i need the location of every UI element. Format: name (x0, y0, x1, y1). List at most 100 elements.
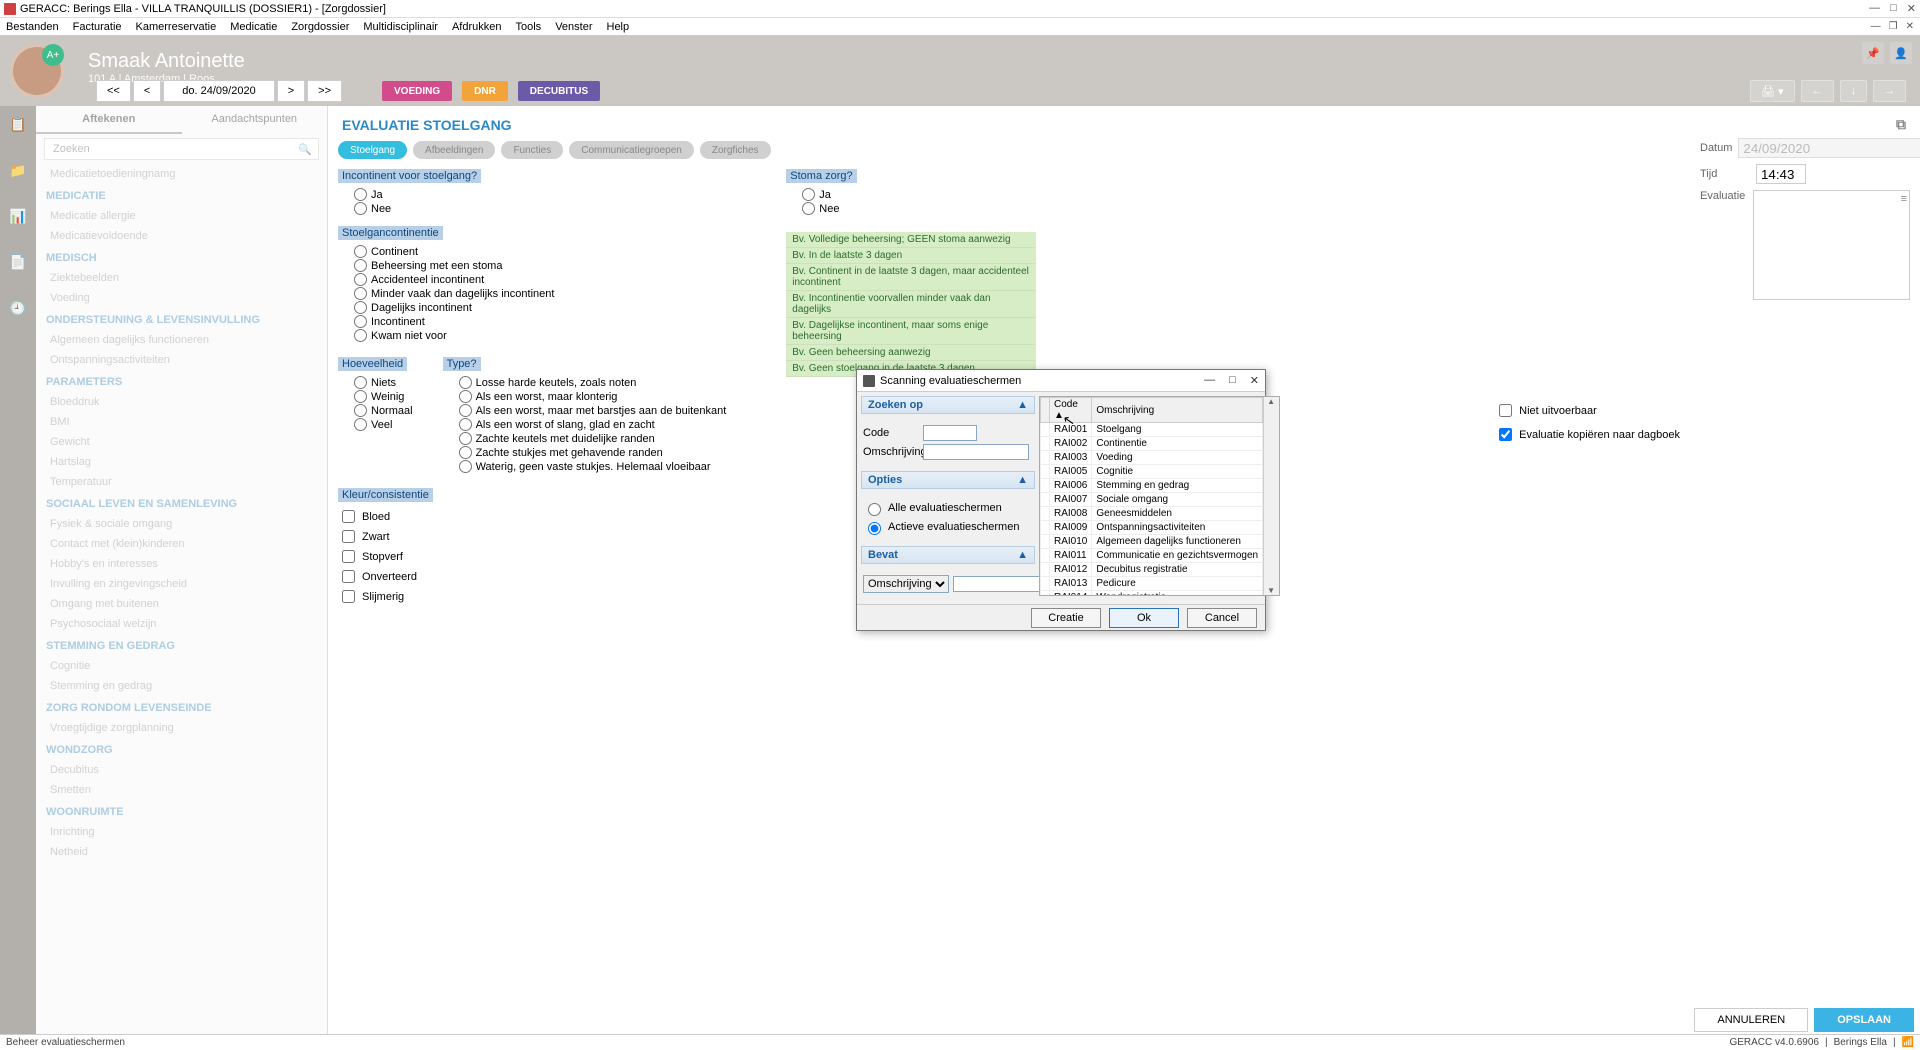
radio-option[interactable]: Minder vaak dan dagelijks incontinent (338, 287, 726, 300)
annuleren-button[interactable]: ANNULEREN (1694, 1008, 1808, 1032)
menu-medicatie[interactable]: Medicatie (230, 21, 277, 33)
opt-active-radio[interactable] (868, 522, 881, 535)
menu-afdrukken[interactable]: Afdrukken (452, 21, 502, 33)
checkbox-option[interactable]: Bloed (338, 507, 726, 526)
grid-scrollbar[interactable] (1263, 397, 1279, 595)
results-grid[interactable]: Code ▲ Omschrijving RAI001StoelgangRAI00… (1039, 396, 1280, 596)
rail-document-icon[interactable]: 📄 (6, 250, 30, 274)
checkbox-option[interactable]: Onverteerd (338, 567, 726, 586)
radio-option[interactable]: Als een worst, maar met barstjes aan de … (443, 404, 727, 417)
table-row[interactable]: RAI012Decubitus registratie (1041, 563, 1263, 577)
date-next-button[interactable]: > (277, 80, 305, 102)
rss-icon[interactable]: 📶 (1902, 1037, 1914, 1048)
date-prev2-button[interactable]: << (96, 80, 131, 102)
radio-option[interactable]: Continent (338, 245, 726, 258)
tag-voeding[interactable]: VOEDING (382, 81, 452, 101)
grid-col-desc[interactable]: Omschrijving (1092, 398, 1263, 423)
rail-chart-icon[interactable]: 📊 (6, 204, 30, 228)
collapse-icon[interactable]: ▲ (1017, 549, 1028, 561)
table-row[interactable]: RAI005Cognitie (1041, 465, 1263, 479)
subtab[interactable]: Functies (501, 141, 563, 159)
radio-option[interactable]: Weinig (338, 390, 413, 403)
checkbox-option[interactable]: Stopverf (338, 547, 726, 566)
dialog-minimize-icon[interactable]: — (1204, 374, 1215, 387)
table-row[interactable]: RAI003Voeding (1041, 451, 1263, 465)
table-row[interactable]: RAI002Continentie (1041, 437, 1263, 451)
radio-option[interactable]: Ja (786, 188, 1036, 201)
chk-kopieer-dagboek[interactable]: Evaluatie kopiëren naar dagboek (1495, 425, 1680, 444)
mdi-restore-icon[interactable]: ❐ (1889, 21, 1898, 32)
dialog-close-icon[interactable]: ✕ (1250, 374, 1259, 387)
evaluation-textarea[interactable]: ≡ (1753, 190, 1910, 300)
radio-option[interactable]: Zachte keutels met duidelijke randen (443, 432, 727, 445)
table-row[interactable]: RAI006Stemming en gedrag (1041, 479, 1263, 493)
radio-option[interactable]: Zachte stukjes met gehavende randen (443, 446, 727, 459)
tag-decubitus[interactable]: DECUBITUS (518, 81, 600, 101)
time-field[interactable] (1756, 164, 1806, 184)
table-row[interactable]: RAI008Geneesmiddelen (1041, 507, 1263, 521)
code-input[interactable] (923, 425, 977, 441)
current-date[interactable]: do. 24/09/2020 (163, 80, 274, 102)
menu-venster[interactable]: Venster (555, 21, 592, 33)
menu-bestanden[interactable]: Bestanden (6, 21, 59, 33)
header-pin-button[interactable]: 📌 (1862, 42, 1884, 64)
close-icon[interactable]: ✕ (1907, 2, 1916, 15)
ok-button[interactable]: Ok (1109, 608, 1179, 628)
rail-folder-icon[interactable]: 📁 (6, 158, 30, 182)
subtab[interactable]: Zorgfiches (700, 141, 771, 159)
radio-option[interactable]: Beheersing met een stoma (338, 259, 726, 272)
nav-down-button[interactable]: ↓ (1840, 80, 1868, 102)
table-row[interactable]: RAI007Sociale omgang (1041, 493, 1263, 507)
desc-input[interactable] (923, 444, 1029, 460)
radio-option[interactable]: Accidenteel incontinent (338, 273, 726, 286)
header-user-button[interactable]: 👤 (1890, 42, 1912, 64)
cancel-button[interactable]: Cancel (1187, 608, 1257, 628)
grid-selector-col[interactable] (1041, 398, 1050, 423)
menu-facturatie[interactable]: Facturatie (73, 21, 122, 33)
radio-option[interactable]: Normaal (338, 404, 413, 417)
nav-back-button[interactable]: ← (1801, 80, 1834, 102)
subtab[interactable]: Communicatiegroepen (569, 141, 694, 159)
section-opties[interactable]: Opties▲ (861, 471, 1035, 489)
table-row[interactable]: RAI010Algemeen dagelijks functioneren (1041, 535, 1263, 549)
menu-tools[interactable]: Tools (516, 21, 542, 33)
table-row[interactable]: RAI011Communicatie en gezichtsvermogen (1041, 549, 1263, 563)
rail-clipboard-icon[interactable]: 📋 (6, 112, 30, 136)
radio-option[interactable]: Waterig, geen vaste stukjes. Helemaal vl… (443, 460, 727, 473)
nav-forward-button[interactable]: → (1873, 80, 1906, 102)
date-prev-button[interactable]: < (133, 80, 161, 102)
collapse-icon[interactable]: ▲ (1017, 474, 1028, 486)
radio-option[interactable]: Veel (338, 418, 413, 431)
popout-icon[interactable]: ⧉ (1896, 116, 1906, 133)
radio-option[interactable]: Nee (786, 202, 1036, 215)
filter-field-select[interactable]: Omschrijving (863, 575, 949, 593)
table-row[interactable]: RAI009Ontspanningsactiviteiten (1041, 521, 1263, 535)
table-row[interactable]: RAI013Pedicure (1041, 577, 1263, 591)
eval-menu-icon[interactable]: ≡ (1901, 193, 1907, 205)
checkbox-option[interactable]: Zwart (338, 527, 726, 546)
create-button[interactable]: Creatie (1031, 608, 1101, 628)
menu-multidisciplinair[interactable]: Multidisciplinair (363, 21, 438, 33)
opt-all-radio[interactable] (868, 503, 881, 516)
section-bevat[interactable]: Bevat▲ (861, 546, 1035, 564)
subtab[interactable]: Stoelgang (338, 141, 407, 159)
radio-option[interactable]: Incontinent (338, 315, 726, 328)
radio-option[interactable]: Nee (338, 202, 726, 215)
print-dropdown-button[interactable]: 🖨 ▾ (1750, 80, 1795, 102)
radio-option[interactable]: Ja (338, 188, 726, 201)
maximize-icon[interactable]: □ (1890, 2, 1897, 15)
opslaan-button[interactable]: OPSLAAN (1814, 1008, 1914, 1032)
radio-option[interactable]: Kwam niet voor (338, 329, 726, 342)
section-zoeken[interactable]: Zoeken op▲ (861, 396, 1035, 414)
menu-kamerreservatie[interactable]: Kamerreservatie (136, 21, 217, 33)
date-next2-button[interactable]: >> (307, 80, 342, 102)
radio-option[interactable]: Niets (338, 376, 413, 389)
dialog-maximize-icon[interactable]: □ (1229, 374, 1236, 387)
grid-col-code[interactable]: Code ▲ (1050, 398, 1092, 423)
minimize-icon[interactable]: — (1869, 2, 1880, 15)
radio-option[interactable]: Als een worst of slang, glad en zacht (443, 418, 727, 431)
radio-option[interactable]: Dagelijks incontinent (338, 301, 726, 314)
radio-option[interactable]: Losse harde keutels, zoals noten (443, 376, 727, 389)
menu-zorgdossier[interactable]: Zorgdossier (291, 21, 349, 33)
collapse-icon[interactable]: ▲ (1017, 399, 1028, 411)
